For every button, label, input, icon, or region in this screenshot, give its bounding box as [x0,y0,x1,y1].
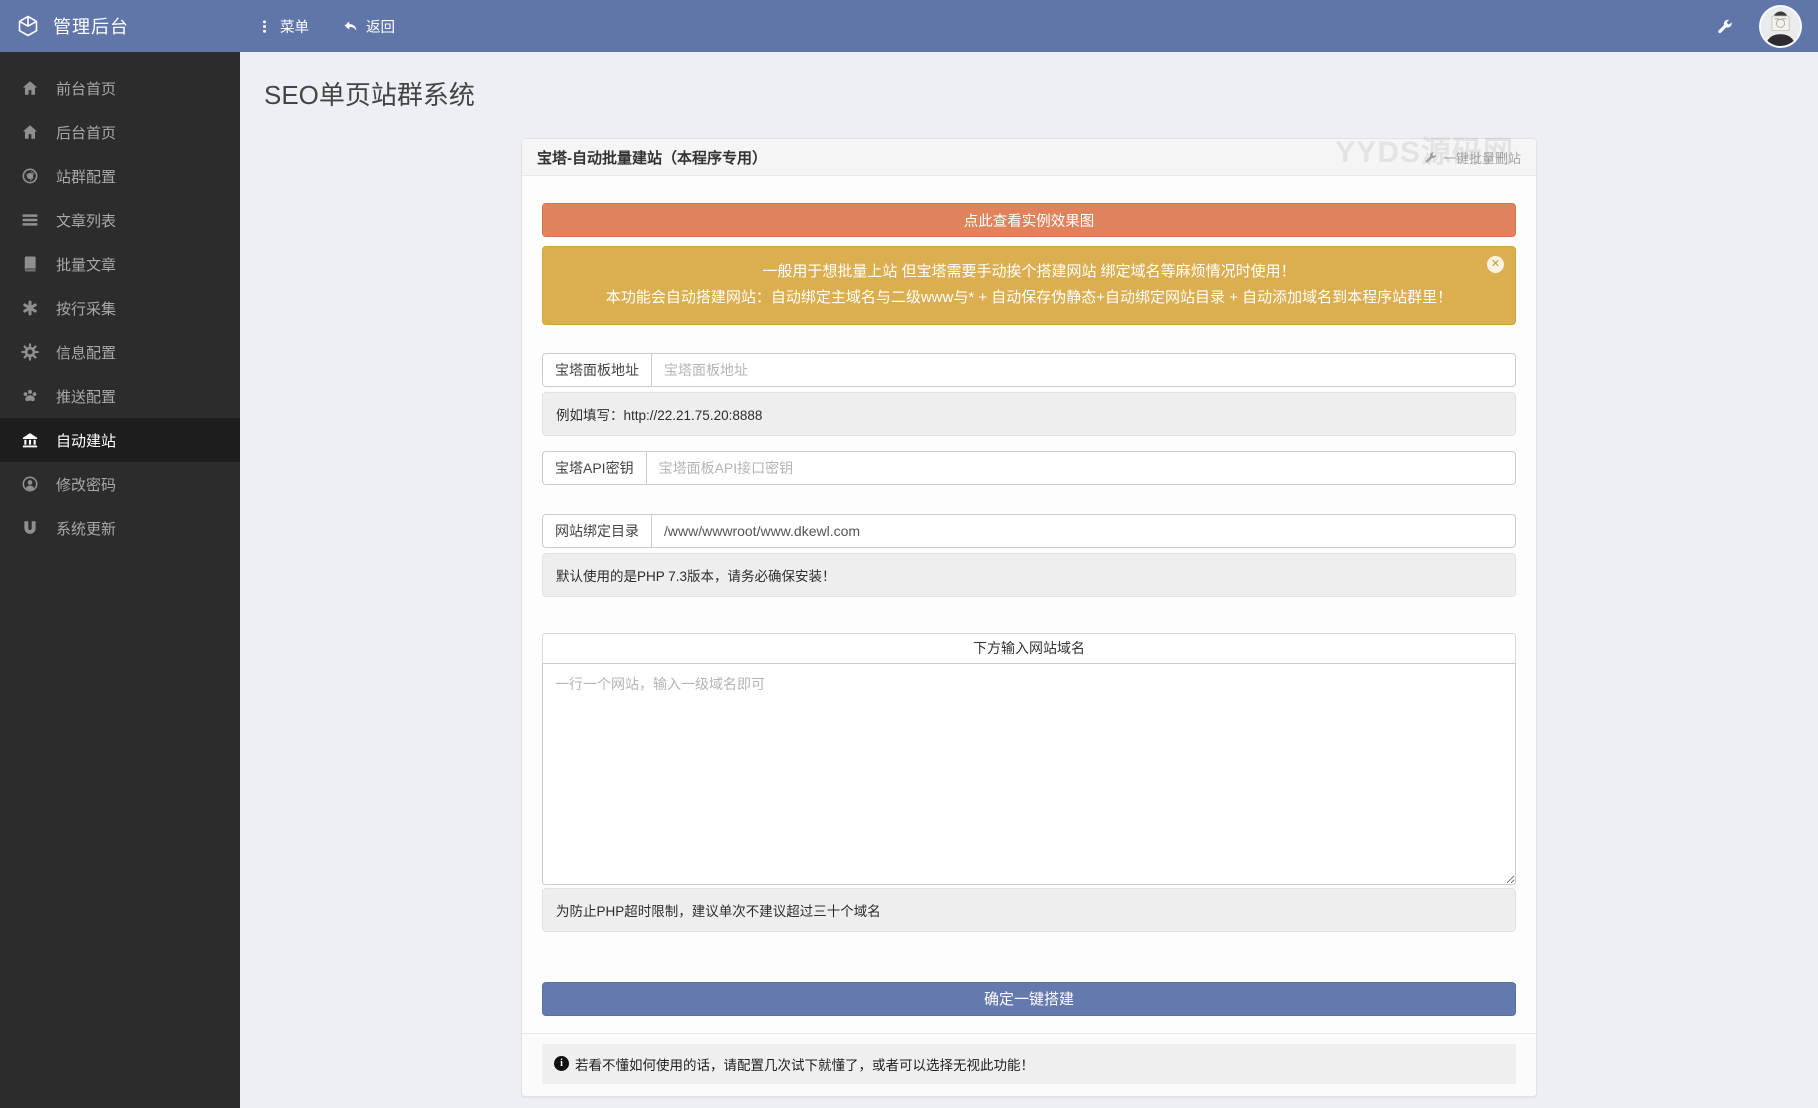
brand-title: 管理后台 [53,17,129,37]
close-icon[interactable]: ✕ [1487,256,1504,273]
sidebar-item-label: 批量文章 [56,256,117,274]
sidebar-item-label: 修改密码 [56,476,117,494]
info-icon: i [554,1056,569,1071]
domains-textarea[interactable] [542,662,1516,885]
batch-delete-link[interactable]: 一键批量删站 [1424,148,1521,167]
panel-address-row: 宝塔面板地址 [542,352,1516,387]
settings-button[interactable] [1716,18,1733,35]
reply-arrow-icon [344,21,357,31]
sidebar-item-label: 站群配置 [56,168,117,186]
sidebar-item-label: 文章列表 [56,212,117,230]
sidebar-item-sitegroup-config[interactable]: 站群配置 [0,154,240,198]
domains-header: 下方输入网站域名 [542,632,1516,664]
api-key-row: 宝塔API密钥 [542,450,1516,485]
home-icon [22,125,38,139]
sidebar-item-article-list[interactable]: 文章列表 [0,198,240,242]
bank-icon [22,433,38,448]
batch-delete-label: 一键批量删站 [1442,150,1521,166]
top-navbar: 管理后台 菜单 返回 [0,0,1818,52]
sidebar-item-label: 按行采集 [56,300,117,318]
menu-toggle[interactable]: 菜单 [240,0,326,52]
panel-footer: i 若看不懂如何使用的话，请配置几次试下就懂了，或者可以选择无视此功能！ [522,1032,1536,1096]
home-icon [22,81,38,95]
cube-logo-icon [18,15,38,37]
magnet-icon [24,521,36,534]
usage-alert: ✕ 一般用于想批量上站 但宝塔需要手动挨个搭建网站 绑定域名等麻烦情况时使用！ … [542,246,1516,325]
panel-address-help: 例如填写：http://22.21.75.20:8888 [542,391,1516,436]
sidebar-item-auto-build[interactable]: 自动建站 [0,418,240,462]
back-button[interactable]: 返回 [326,0,412,52]
php-version-help: 默认使用的是PHP 7.3版本，请务必确保安装！ [542,552,1516,597]
sidebar-item-label: 自动建站 [56,432,117,450]
panel-title: 宝塔-自动批量建站（本程序专用） [537,149,767,167]
footer-note-text: 若看不懂如何使用的话，请配置几次试下就懂了，或者可以选择无视此功能！ [575,1057,1034,1073]
sidebar-item-label: 推送配置 [56,388,117,406]
ellipsis-v-icon [263,19,266,33]
api-key-input[interactable] [645,450,1516,485]
submit-build-button[interactable]: 确定一键搭建 [542,981,1516,1016]
sidebar-item-push-config[interactable]: 推送配置 [0,374,240,418]
bind-directory-row: 网站绑定目录 [542,513,1516,548]
sidebar-item-label: 后台首页 [56,124,117,142]
avatar-image [1761,6,1800,46]
bind-directory-input[interactable] [651,513,1516,548]
wrench-icon [1425,151,1436,163]
panel-address-input[interactable] [651,352,1516,387]
sidebar-item-batch-articles[interactable]: 批量文章 [0,242,240,286]
sidebar-item-system-update[interactable]: 系统更新 [0,506,240,550]
back-label: 返回 [366,19,395,36]
panel-body: 点此查看实例效果图 ✕ 一般用于想批量上站 但宝塔需要手动挨个搭建网站 绑定域名… [522,176,1536,1033]
panel-address-label: 宝塔面板地址 [542,352,651,387]
baota-build-panel: YYDS源码网 宝塔-自动批量建站（本程序专用） 一键批量删站 点此查看实例效果… [521,136,1537,1097]
sidebar-item-line-collect[interactable]: 按行采集 [0,286,240,330]
sidebar-item-admin-home[interactable]: 后台首页 [0,110,240,154]
asterisk-icon [23,300,37,316]
brand[interactable]: 管理后台 [0,0,240,52]
menu-label: 菜单 [280,19,309,36]
paw-icon [23,389,37,402]
bind-directory-label: 网站绑定目录 [542,513,651,548]
api-key-label: 宝塔API密钥 [542,450,646,485]
sidebar-item-label: 系统更新 [56,520,117,538]
footer-note: i 若看不懂如何使用的话，请配置几次试下就懂了，或者可以选择无视此功能！ [542,1043,1516,1084]
gear-icon [21,343,39,361]
sidebar: 前台首页 后台首页 站群配置 文章列表 批量文章 按行采集 信息配置 推送配置 … [0,52,240,1108]
alert-line-2: 本功能会自动搭建网站：自动绑定主域名与二级www与* + 自动保存伪静态+自动绑… [605,289,1453,307]
sidebar-item-label: 前台首页 [56,80,117,98]
user-avatar[interactable] [1759,4,1802,48]
page-title: SEO单页站群系统 [264,80,475,110]
panel-heading: 宝塔-自动批量建站（本程序专用） 一键批量删站 [522,139,1536,176]
book-icon [24,256,36,272]
domains-limit-help: 为防止PHP超时限制，建议单次不建议超过三十个域名 [542,887,1516,932]
sidebar-item-info-config[interactable]: 信息配置 [0,330,240,374]
wrench-icon [1718,19,1732,33]
list-icon [22,214,38,226]
globe-icon [22,168,38,184]
example-image-button[interactable]: 点此查看实例效果图 [542,203,1516,237]
navbar-right [1716,0,1818,52]
sidebar-item-change-password[interactable]: 修改密码 [0,462,240,506]
main-content: SEO单页站群系统 YYDS源码网 宝塔-自动批量建站（本程序专用） 一键批量删… [240,52,1818,1108]
sidebar-item-label: 信息配置 [56,344,117,362]
sidebar-item-front-home[interactable]: 前台首页 [0,66,240,110]
alert-line-1: 一般用于想批量上站 但宝塔需要手动挨个搭建网站 绑定域名等麻烦情况时使用！ [762,263,1296,280]
user-circle-icon [22,476,38,492]
